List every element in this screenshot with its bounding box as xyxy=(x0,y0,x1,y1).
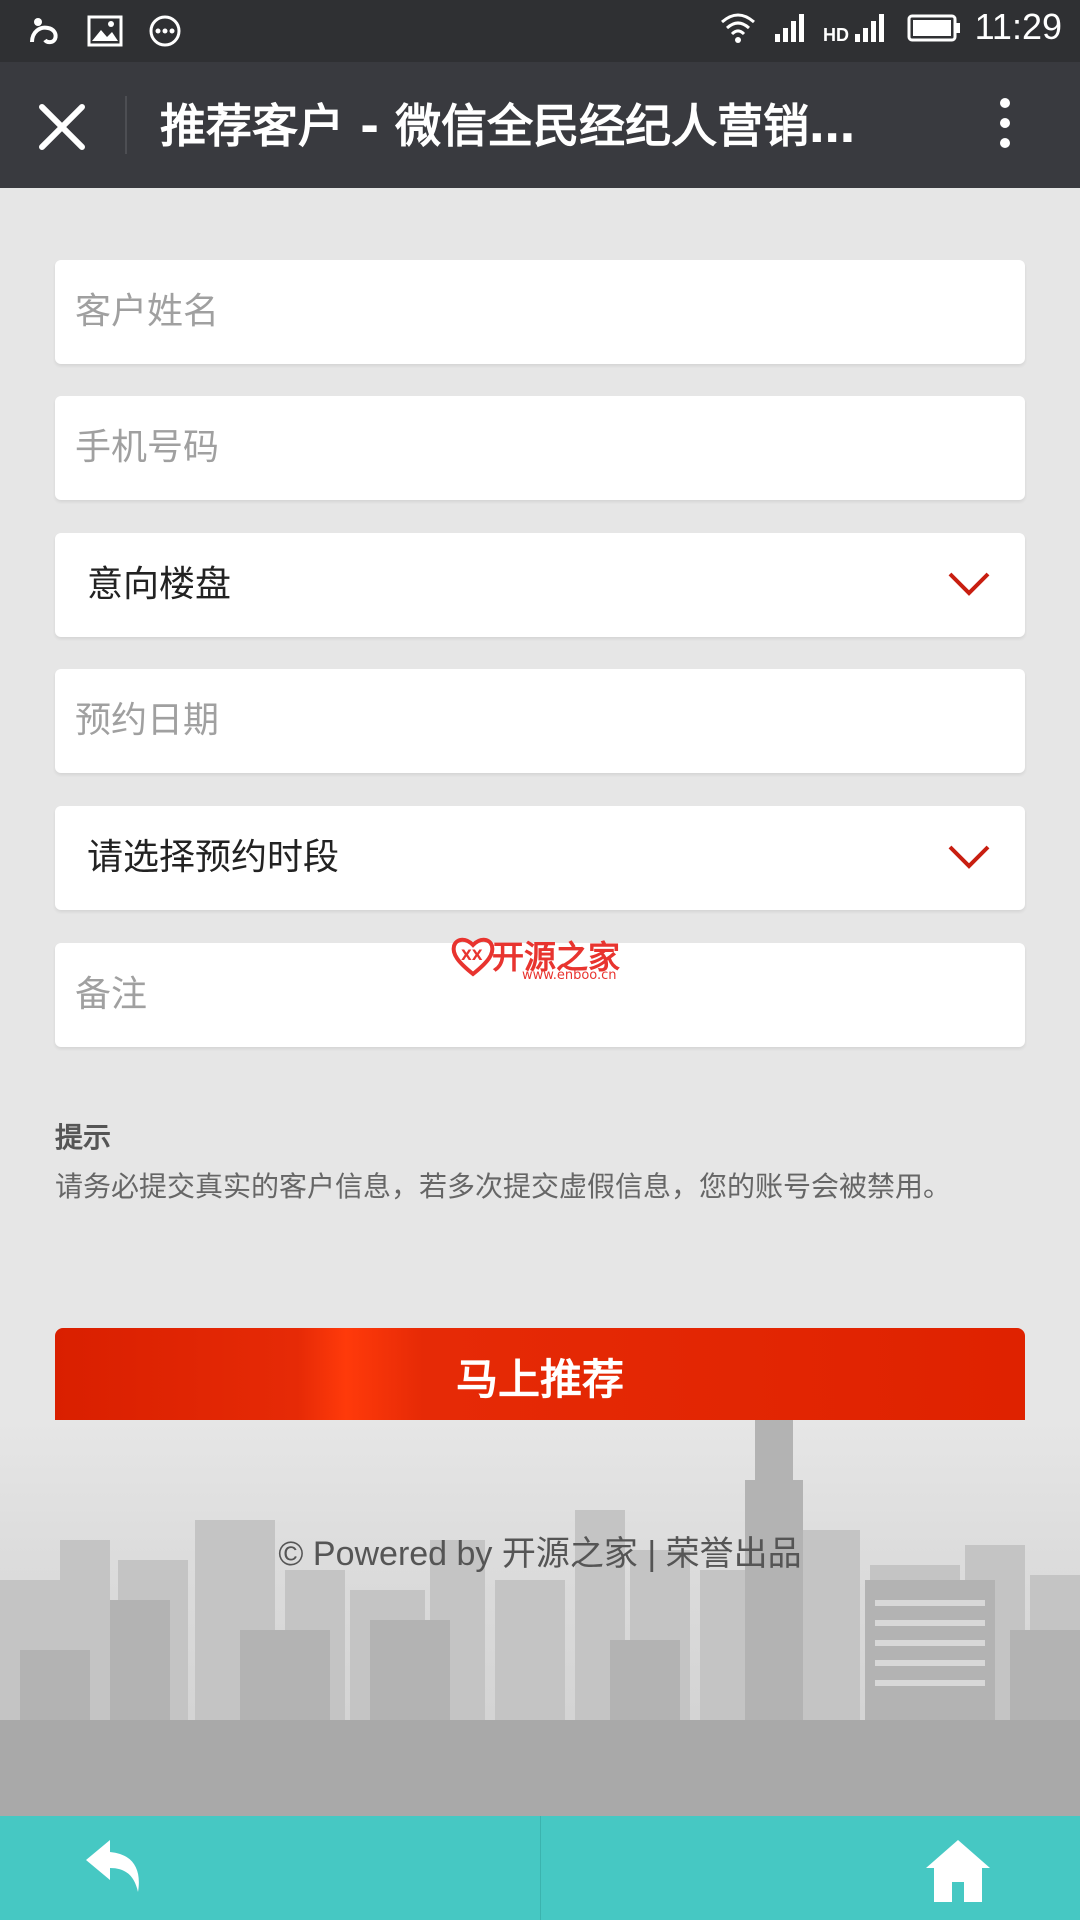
wifi-icon xyxy=(720,13,755,43)
tip-title: 提示 xyxy=(55,1121,112,1154)
property-select-value: 意向楼盘 xyxy=(87,564,232,605)
city-skyline-image xyxy=(0,1420,1080,1816)
date-field[interactable]: 预约日期 xyxy=(55,669,1025,773)
tip-text: 请务必提交真实的客户信息，若多次提交虚假信息，您的账号会被禁用。 xyxy=(55,1170,952,1203)
time-slot-select[interactable]: 请选择预约时段 xyxy=(55,806,1025,910)
back-arrow-icon[interactable] xyxy=(80,1832,150,1902)
title-divider xyxy=(125,96,127,154)
property-select[interactable]: 意向楼盘 xyxy=(55,533,1025,637)
status-bar: HD 11:29 xyxy=(0,0,1080,62)
footer-credit: © Powered by 开源之家 | 荣誉出品 xyxy=(278,1535,802,1573)
time-slot-select-value: 请选择预约时段 xyxy=(87,837,340,878)
battery-icon xyxy=(907,14,960,42)
bottom-divider xyxy=(540,1816,541,1920)
watermark-url: www.enboo.cn xyxy=(522,968,617,983)
phone-field[interactable]: 手机号码 xyxy=(55,396,1025,500)
submit-button[interactable]: 马上推荐 xyxy=(55,1328,1025,1432)
watermark-logo: XX 开源之家 www.enboo.cn xyxy=(450,934,630,984)
chevron-down-icon xyxy=(948,845,990,869)
remark-placeholder: 备注 xyxy=(75,974,148,1015)
more-options-icon[interactable] xyxy=(985,98,1025,154)
bottom-nav-bar xyxy=(0,1816,1080,1920)
chevron-down-icon xyxy=(948,572,990,596)
status-time: 11:29 xyxy=(974,6,1062,47)
close-icon[interactable] xyxy=(30,95,94,159)
svg-text:XX: XX xyxy=(461,948,483,964)
hd-signal-icon: HD xyxy=(823,14,884,45)
status-left-icons xyxy=(26,12,184,50)
phone-placeholder: 手机号码 xyxy=(75,427,220,468)
page-title: 推荐客户 - 微信全民经纪人营销系... xyxy=(160,99,900,153)
status-right-icons: HD 11:29 xyxy=(719,6,1062,48)
svg-text:HD: HD xyxy=(823,25,849,45)
signal-icon xyxy=(774,14,804,42)
date-placeholder: 预约日期 xyxy=(75,700,220,741)
uc-browser-icon xyxy=(30,18,58,45)
customer-name-placeholder: 客户姓名 xyxy=(75,291,220,332)
title-bar: 推荐客户 - 微信全民经纪人营销系... xyxy=(0,62,1080,188)
home-icon[interactable] xyxy=(922,1834,994,1906)
heart-logo-icon: XX xyxy=(451,937,495,977)
image-icon xyxy=(87,15,123,47)
customer-name-field[interactable]: 客户姓名 xyxy=(55,260,1025,364)
chat-bubble-icon xyxy=(149,15,181,47)
